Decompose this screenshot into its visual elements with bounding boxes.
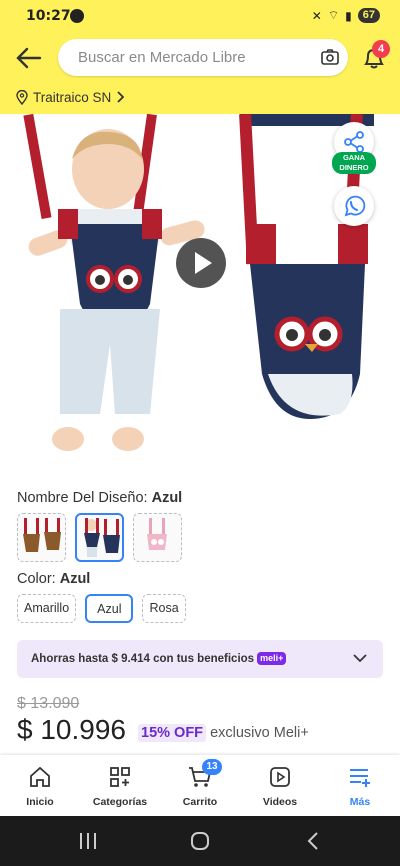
system-navigation-bar <box>0 816 400 866</box>
whatsapp-share-button[interactable] <box>334 186 374 226</box>
design-thumbnail-image <box>84 518 120 557</box>
earn-money-line1: GANA <box>342 153 366 162</box>
back-arrow-icon[interactable] <box>14 44 44 72</box>
status-bar: 10:27 ✕ ⌔ ▮ 67 <box>0 0 400 32</box>
cart-count-badge: 13 <box>202 759 222 775</box>
meli-plus-benefit-banner[interactable]: Ahorras hasta $ 9.414 con tus beneficios… <box>17 640 383 678</box>
discount-percent: 15% OFF <box>138 724 207 742</box>
nav-label: Videos <box>262 796 298 808</box>
bottom-navigation: Inicio Categorías 13 Carrito Videos Más <box>0 755 400 816</box>
wifi-icon: ⌔ <box>327 8 340 22</box>
color-option-rosa[interactable]: Rosa <box>142 594 186 623</box>
battery-indicator: 67 <box>357 8 380 23</box>
home-icon <box>30 766 50 787</box>
benefit-text-wrap: Ahorras hasta $ 9.414 con tus beneficios… <box>31 652 287 665</box>
color-option-amarillo[interactable]: Amarillo <box>17 594 77 623</box>
play-video-button[interactable] <box>176 238 226 288</box>
back-button-icon[interactable] <box>306 831 320 851</box>
search-bar[interactable]: Buscar en Mercado Libre <box>58 39 348 76</box>
discount-info: 15% OFF exclusivo Meli+ <box>138 724 309 742</box>
product-image-gallery[interactable]: GANA DINERO <box>0 114 400 470</box>
nav-carrito[interactable]: 13 Carrito <box>160 755 240 816</box>
nav-videos[interactable]: Videos <box>240 755 320 816</box>
location-pin-icon <box>16 89 28 105</box>
design-selected-value: Azul <box>151 490 183 506</box>
color-option-azul[interactable]: Azul <box>85 594 134 623</box>
design-option-thumbnail[interactable] <box>17 513 66 562</box>
color-variation-label: Color: Azul <box>17 571 90 587</box>
design-option-thumbnail[interactable] <box>133 513 182 562</box>
nav-label: Carrito <box>182 796 218 808</box>
location-text: Traitraico SN <box>33 89 112 105</box>
chevron-down-icon[interactable] <box>353 653 367 663</box>
color-options: Amarillo Azul Rosa <box>17 594 186 623</box>
signal-icon: ▮ <box>345 8 352 23</box>
chevron-right-icon <box>117 91 125 103</box>
nav-label: Inicio <box>26 796 54 808</box>
color-selected-value: Azul <box>59 571 91 587</box>
meli-plus-badge: meli+ <box>257 652 287 665</box>
design-variation-label: Nombre Del Diseño: Azul <box>17 490 182 506</box>
more-menu-icon <box>350 769 370 787</box>
mute-icon: ✕ <box>311 8 322 23</box>
notifications-button[interactable]: 4 <box>360 40 390 72</box>
status-time: 10:27 <box>26 8 71 24</box>
current-price: $ 10.996 <box>17 714 126 745</box>
notification-badge: 4 <box>372 40 390 58</box>
original-price: $ 13.090 <box>17 695 80 712</box>
video-icon <box>270 767 290 787</box>
design-thumbnail-image <box>23 518 61 552</box>
color-label-text: Color: <box>17 571 56 587</box>
status-icons: ✕ ⌔ ▮ 67 <box>312 8 380 23</box>
camera-icon[interactable] <box>320 47 340 67</box>
design-option-thumbnail-selected[interactable] <box>75 513 124 562</box>
nav-mas[interactable]: Más <box>320 755 400 816</box>
recent-apps-icon[interactable] <box>78 832 98 850</box>
home-button-icon[interactable] <box>190 831 210 851</box>
design-thumbnail-image <box>147 518 167 550</box>
nav-label: Categorías <box>92 796 148 808</box>
whatsapp-icon <box>344 195 366 217</box>
nav-label: Más <box>349 796 371 808</box>
location-selector[interactable]: Traitraico SN <box>16 88 125 106</box>
benefit-text: Ahorras hasta $ 9.414 con tus beneficios <box>31 653 255 665</box>
nav-inicio[interactable]: Inicio <box>0 755 80 816</box>
messenger-icon <box>70 9 84 23</box>
top-header: 10:27 ✕ ⌔ ▮ 67 Buscar en Mercado Libre 4 <box>0 0 400 114</box>
search-placeholder: Buscar en Mercado Libre <box>78 49 246 66</box>
nav-categorias[interactable]: Categorías <box>80 755 160 816</box>
categories-icon <box>110 767 130 787</box>
exclusive-text: exclusivo Meli+ <box>210 725 309 741</box>
earn-money-line2: DINERO <box>339 163 369 172</box>
earn-money-badge[interactable]: GANA DINERO <box>332 152 376 174</box>
design-thumbnails <box>17 513 182 562</box>
play-icon <box>195 252 212 274</box>
design-label-text: Nombre Del Diseño: <box>17 490 148 506</box>
